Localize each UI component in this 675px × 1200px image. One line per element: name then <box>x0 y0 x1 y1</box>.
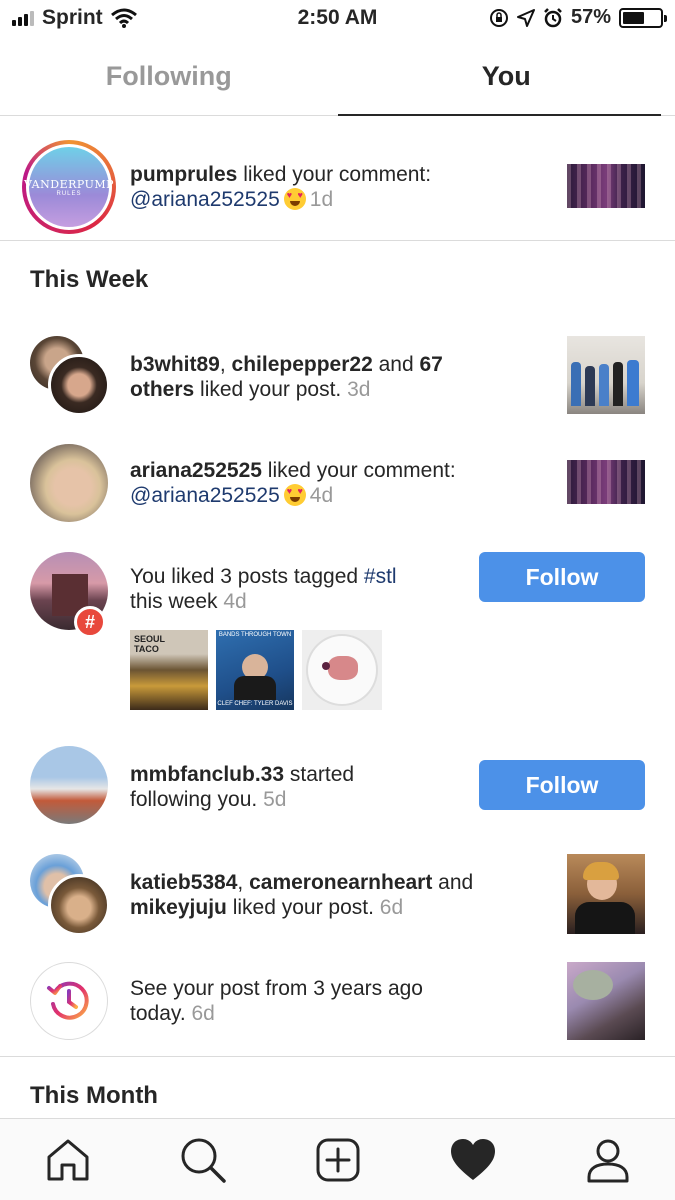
post-thumbnail[interactable] <box>567 336 645 414</box>
notification-text: katieb5384, cameronearnheart and mikeyju… <box>130 871 474 919</box>
activity-heart-icon <box>450 1138 495 1180</box>
tab-following[interactable]: Following <box>0 38 338 115</box>
notification-row[interactable]: See your post from 3 years ago today. 6d <box>0 962 675 1040</box>
heart-eyes-emoji-icon <box>283 188 306 210</box>
status-bar: Sprint 2:50 AM 57% <box>0 0 675 38</box>
username[interactable]: katieb5384 <box>130 871 237 894</box>
rotation-lock-icon <box>489 8 508 27</box>
notification-text: mmbfanclub.33 started following you. 5d <box>130 763 355 811</box>
notification-row[interactable]: mmbfanclub.33 started following you. 5d … <box>0 746 675 824</box>
username[interactable]: pumprules <box>130 163 237 186</box>
battery-percent: 57% <box>570 6 611 28</box>
user-avatar[interactable] <box>30 746 108 824</box>
timestamp: 1d <box>309 188 334 211</box>
username[interactable]: b3whit89 <box>130 353 220 376</box>
notification-row[interactable]: ariana252525 liked your comment: @ariana… <box>0 444 675 522</box>
user-avatar[interactable] <box>30 444 108 522</box>
user-avatar[interactable] <box>48 874 110 936</box>
username[interactable]: cameronearnheart <box>249 871 432 894</box>
liked-post-thumbnail[interactable]: SEOUL TACO <box>130 630 208 710</box>
section-header-this-month: This Month <box>30 1082 158 1109</box>
username[interactable]: ariana252525 <box>130 459 262 482</box>
timestamp: 4d <box>223 590 247 613</box>
post-thumbnail[interactable] <box>567 164 645 208</box>
memory-history-icon <box>47 981 89 1020</box>
divider <box>0 240 675 241</box>
timestamp: 3d <box>347 378 371 401</box>
timestamp: 5d <box>263 788 287 811</box>
notification-text: pumprules liked your comment: @ariana252… <box>130 162 431 212</box>
notification-row[interactable]: VANDERPUMP RULES pumprules liked your co… <box>0 138 675 238</box>
notification-text: You liked 3 posts tagged #stl this week … <box>130 565 397 613</box>
notification-row[interactable]: b3whit89, chilepepper22 and 67 others li… <box>0 334 675 416</box>
liked-post-thumbnail[interactable] <box>302 630 382 710</box>
nav-activity[interactable] <box>443 1130 503 1190</box>
home-icon <box>47 1139 88 1180</box>
user-avatar[interactable] <box>48 354 110 416</box>
nav-home[interactable] <box>38 1130 98 1190</box>
nav-new-post[interactable] <box>308 1130 368 1190</box>
notification-text: b3whit89, chilepepper22 and 67 others li… <box>130 353 443 401</box>
battery-icon <box>619 7 667 28</box>
liked-post-thumbnail[interactable]: BANDS THROUGH TOWN CLEF CHEF: TYLER DAVI… <box>216 630 294 710</box>
username[interactable]: mmbfanclub.33 <box>130 763 284 786</box>
follow-hashtag-button[interactable]: Follow <box>479 552 645 602</box>
vanderpump-logo: VANDERPUMP RULES <box>24 147 114 227</box>
alarm-icon <box>544 7 562 27</box>
hashtag-link[interactable]: #stl <box>364 565 397 588</box>
activity-tabs: Following You <box>0 38 675 116</box>
notification-text: See your post from 3 years ago today. 6d <box>130 977 423 1025</box>
tab-you[interactable]: You <box>337 38 675 116</box>
nav-profile[interactable] <box>578 1130 638 1190</box>
post-thumbnail[interactable] <box>567 854 645 934</box>
notification-row[interactable]: katieb5384, cameronearnheart and mikeyju… <box>0 852 675 936</box>
others-link[interactable]: others <box>130 378 194 401</box>
bottom-navigation <box>0 1118 675 1200</box>
mention-link[interactable]: @ariana252525 <box>130 484 280 507</box>
battery-fill <box>623 11 644 24</box>
username[interactable]: chilepepper22 <box>232 353 373 376</box>
story-ring-avatar[interactable]: VANDERPUMP RULES <box>22 140 116 234</box>
location-icon <box>516 8 535 27</box>
heart-eyes-emoji-icon <box>283 484 306 506</box>
memory-avatar[interactable] <box>30 962 108 1040</box>
add-post-icon <box>316 1138 359 1181</box>
timestamp: 6d <box>379 896 404 919</box>
profile-icon <box>587 1139 628 1182</box>
post-thumbnail[interactable] <box>567 460 645 504</box>
search-icon <box>181 1138 226 1183</box>
timestamp: 4d <box>309 484 334 507</box>
notification-text: ariana252525 liked your comment: @ariana… <box>130 458 456 508</box>
notification-row[interactable]: # You liked 3 posts tagged #stl this wee… <box>0 550 675 712</box>
timestamp: 6d <box>191 1002 215 1025</box>
divider <box>0 1056 675 1057</box>
follow-user-button[interactable]: Follow <box>479 760 645 810</box>
mention-link[interactable]: @ariana252525 <box>130 188 280 211</box>
post-thumbnail[interactable] <box>567 962 645 1040</box>
nav-search[interactable] <box>173 1130 233 1190</box>
section-header-this-week: This Week <box>30 266 149 293</box>
hashtag-badge-icon: # <box>74 606 106 638</box>
username[interactable]: mikeyjuju <box>130 896 227 919</box>
status-icons: 57% <box>489 6 667 29</box>
